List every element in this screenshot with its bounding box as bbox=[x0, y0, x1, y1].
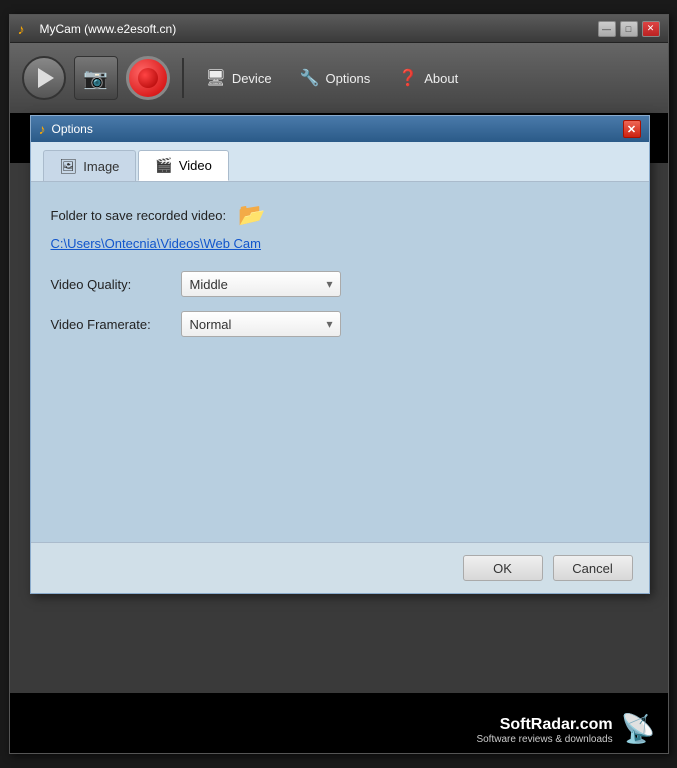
close-button[interactable]: ✕ bbox=[642, 21, 660, 37]
video-quality-select[interactable]: Low Middle High bbox=[181, 271, 341, 297]
minimize-button[interactable]: — bbox=[598, 21, 616, 37]
dialog-title: Options bbox=[52, 122, 623, 136]
watermark-sub: Software reviews & downloads bbox=[476, 734, 612, 745]
ok-button[interactable]: OK bbox=[463, 555, 543, 581]
video-quality-select-wrapper: Low Middle High bbox=[181, 271, 341, 297]
cancel-button[interactable]: Cancel bbox=[553, 555, 633, 581]
tab-bar: 🖼 Image 🎬 Video bbox=[31, 142, 649, 182]
device-label: Device bbox=[232, 71, 272, 86]
about-label: About bbox=[424, 71, 458, 86]
options-icon: 🔧 bbox=[300, 68, 320, 88]
video-quality-row: Video Quality: Low Middle High bbox=[51, 271, 629, 297]
folder-icon[interactable]: 📂 bbox=[238, 202, 265, 228]
about-menu-button[interactable]: ❓ About bbox=[388, 62, 468, 94]
dialog-footer: OK Cancel bbox=[31, 542, 649, 593]
device-menu-button[interactable]: 🖥 Device bbox=[196, 62, 282, 94]
folder-path[interactable]: C:\Users\Ontecnia\Videos\Web Cam bbox=[51, 236, 629, 251]
dialog-icon: ♪ bbox=[39, 121, 46, 137]
dialog-close-button[interactable]: ✕ bbox=[623, 120, 641, 138]
video-framerate-row: Video Framerate: Low Normal High bbox=[51, 311, 629, 337]
folder-label: Folder to save recorded video: bbox=[51, 208, 227, 223]
play-icon bbox=[38, 68, 54, 88]
camera-icon: 📷 bbox=[83, 66, 108, 91]
camera-button[interactable]: 📷 bbox=[74, 56, 118, 100]
dialog-content: Folder to save recorded video: 📂 C:\User… bbox=[31, 182, 649, 542]
device-icon: 🖥 bbox=[206, 68, 226, 88]
about-icon: ❓ bbox=[398, 68, 418, 88]
main-window: ♪ MyCam (www.e2esoft.cn) — □ ✕ 📷 🖥 D bbox=[9, 14, 669, 754]
video-tab-label: Video bbox=[179, 158, 212, 173]
video-quality-label: Video Quality: bbox=[51, 277, 181, 292]
folder-row: Folder to save recorded video: 📂 bbox=[51, 202, 629, 228]
toolbar: 📷 🖥 Device 🔧 Options ❓ About bbox=[10, 43, 668, 113]
options-label: Options bbox=[325, 71, 370, 86]
title-bar: ♪ MyCam (www.e2esoft.cn) — □ ✕ bbox=[10, 15, 668, 43]
image-tab-icon: 🖼 bbox=[60, 158, 78, 175]
tab-video[interactable]: 🎬 Video bbox=[138, 150, 228, 181]
record-button[interactable] bbox=[126, 56, 170, 100]
video-framerate-select[interactable]: Low Normal High bbox=[181, 311, 341, 337]
options-dialog: ♪ Options ✕ 🖼 Image 🎬 Video Folder to sa… bbox=[30, 115, 650, 594]
watermark-brand: SoftRadar.com bbox=[476, 716, 612, 734]
dialog-titlebar: ♪ Options ✕ bbox=[31, 116, 649, 142]
maximize-button[interactable]: □ bbox=[620, 21, 638, 37]
app-title: MyCam (www.e2esoft.cn) bbox=[40, 22, 598, 36]
video-framerate-label: Video Framerate: bbox=[51, 317, 181, 332]
image-tab-label: Image bbox=[83, 159, 119, 174]
bottom-area: SoftRadar.com Software reviews & downloa… bbox=[10, 693, 668, 753]
play-button[interactable] bbox=[22, 56, 66, 100]
record-icon bbox=[138, 68, 158, 88]
window-controls: — □ ✕ bbox=[598, 21, 660, 37]
video-tab-icon: 🎬 bbox=[155, 157, 172, 174]
options-menu-button[interactable]: 🔧 Options bbox=[290, 62, 381, 94]
app-icon: ♪ bbox=[18, 21, 34, 37]
tab-image[interactable]: 🖼 Image bbox=[43, 150, 137, 181]
satellite-icon: 📡 bbox=[621, 712, 656, 745]
video-framerate-select-wrapper: Low Normal High bbox=[181, 311, 341, 337]
toolbar-separator bbox=[182, 58, 184, 98]
watermark: SoftRadar.com Software reviews & downloa… bbox=[476, 716, 612, 745]
